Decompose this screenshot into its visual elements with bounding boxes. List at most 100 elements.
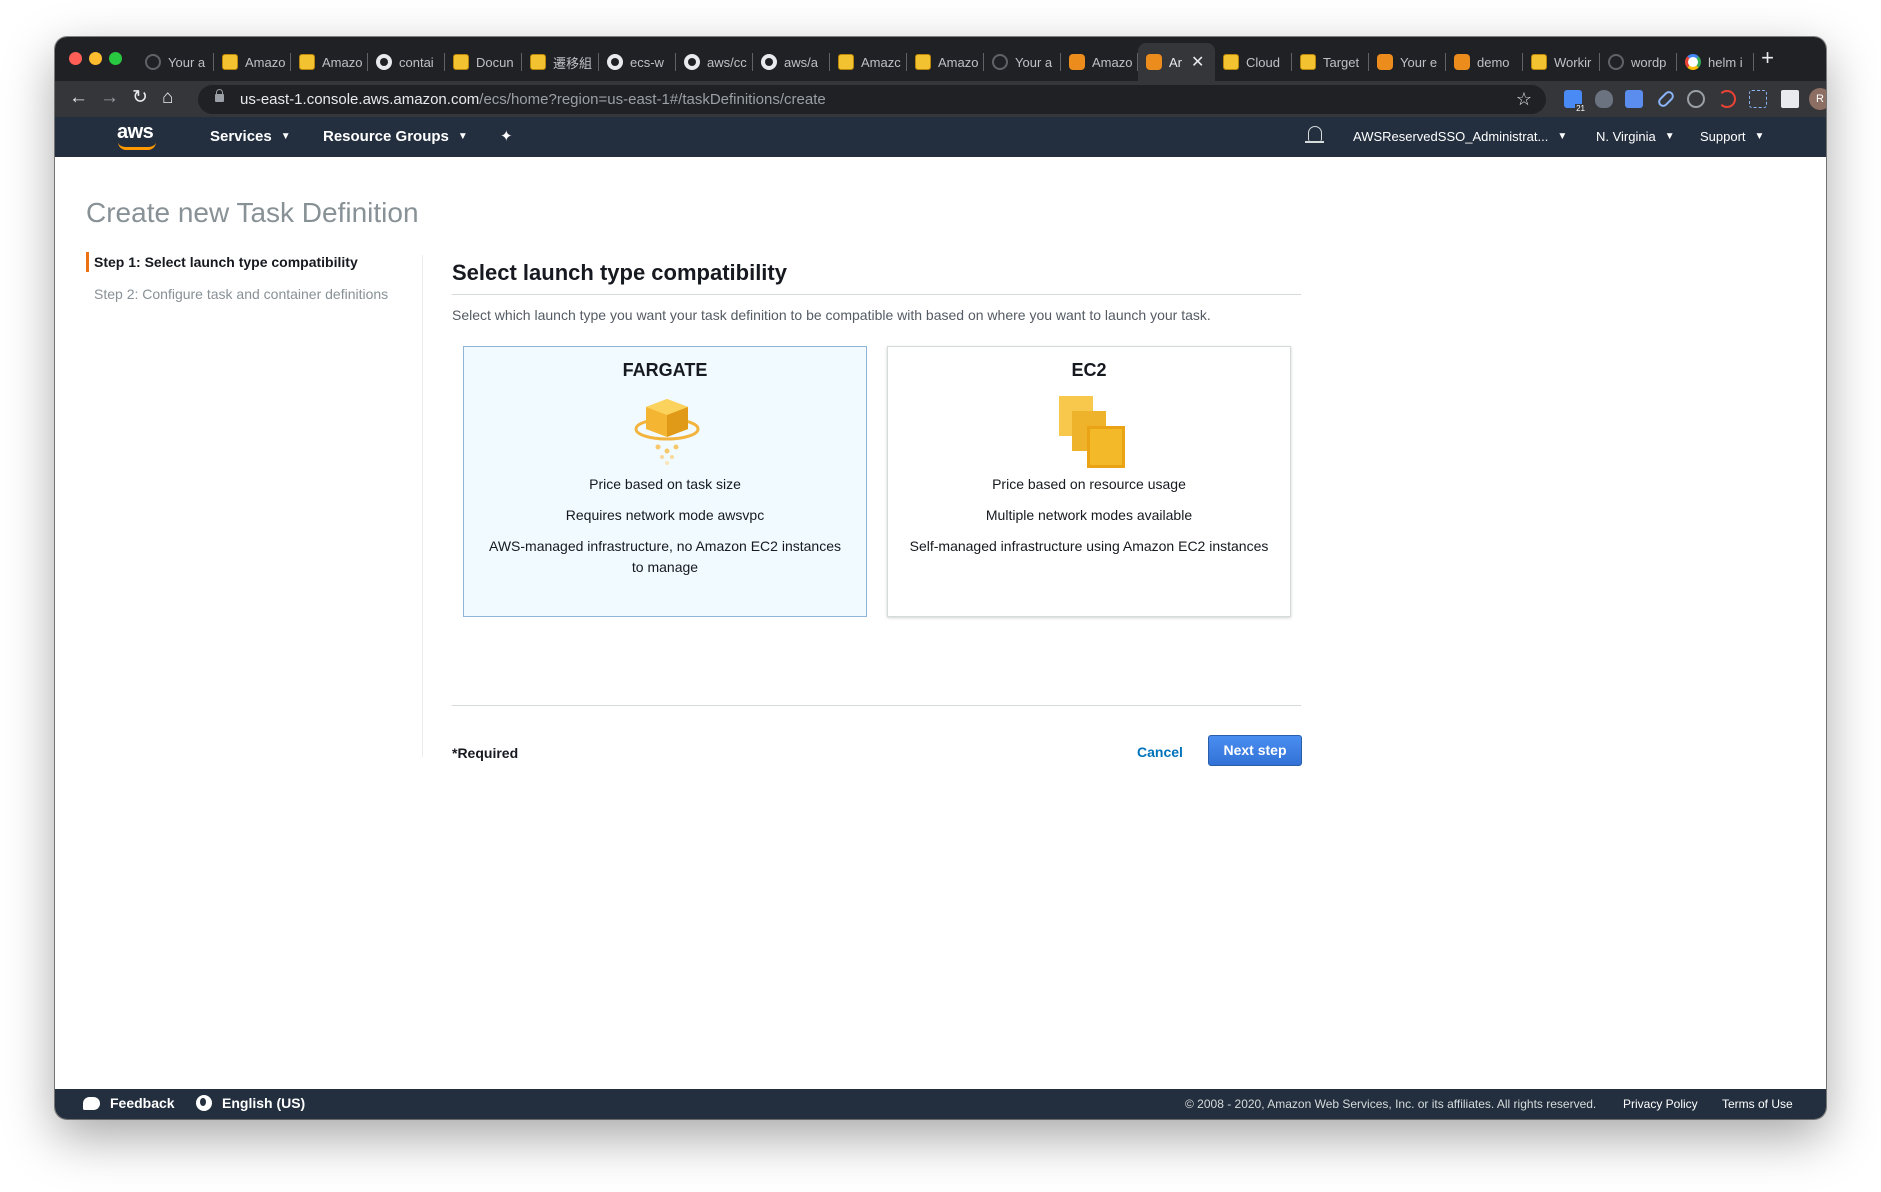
form-divider (452, 705, 1301, 706)
browser-tab[interactable]: Your e (1369, 43, 1446, 81)
chevron-down-icon: ▼ (1557, 131, 1568, 142)
browser-tab[interactable]: Ar ✕ (1138, 43, 1215, 81)
fargate-card[interactable]: FARGATE Price based on task size Require… (463, 346, 867, 617)
tab-label: Your a (1015, 54, 1053, 70)
tab-label: demo (1477, 54, 1510, 70)
zoom-window-button[interactable] (109, 52, 122, 65)
browser-tab[interactable]: Target (1292, 43, 1369, 81)
globe-icon (145, 54, 161, 70)
aws-logo[interactable]: aws (115, 121, 159, 151)
tab-label: Target (1323, 54, 1360, 70)
browser-tab[interactable]: Amazo (214, 43, 291, 81)
region-menu[interactable]: N. Virginia ▼ (1596, 129, 1675, 144)
browser-tab[interactable]: wordp (1600, 43, 1677, 81)
tab-label: Amazo (245, 54, 285, 70)
browser-tab[interactable]: 遷移組 (522, 43, 599, 81)
services-menu[interactable]: Services ▼ (210, 128, 291, 145)
extension-link-icon[interactable] (1656, 89, 1676, 109)
resource-groups-menu[interactable]: Resource Groups ▼ (323, 128, 468, 145)
browser-tab[interactable]: aws/cc (676, 43, 753, 81)
next-step-button[interactable]: Next step (1208, 735, 1302, 766)
account-menu[interactable]: AWSReservedSSO_Administrat... ▼ (1353, 129, 1567, 144)
ec2-card-title: EC2 (1071, 360, 1107, 380)
extension-opera-icon[interactable] (1718, 90, 1736, 108)
browser-tab[interactable]: Docun (445, 43, 522, 81)
support-label: Support (1700, 129, 1746, 144)
tab-label: contai (399, 54, 434, 70)
profile-avatar[interactable]: R (1809, 88, 1826, 110)
tab-label: Docun (476, 54, 514, 70)
extension-history-icon[interactable] (1687, 90, 1705, 108)
extension-notion-icon[interactable] (1749, 90, 1767, 108)
browser-tab[interactable]: Amazo (291, 43, 368, 81)
reload-icon[interactable]: ↻ (132, 87, 148, 109)
fargate-pricing-text: Price based on task size (589, 476, 741, 492)
terms-of-use-link[interactable]: Terms of Use (1722, 1097, 1793, 1111)
close-window-button[interactable] (69, 52, 82, 65)
globe-icon (992, 54, 1008, 70)
tab-strip: Your a Amazo Amazo contai Docun 遷移組 ecs-w aws/c… (55, 37, 1826, 81)
aws-logo-text: aws (117, 121, 154, 143)
browser-tab[interactable]: Your a (984, 43, 1061, 81)
tab-label: Amazo (322, 54, 362, 70)
ec2-card[interactable]: EC2 Price based on resource usage Multip… (887, 346, 1291, 617)
browser-tab[interactable]: Amazo (907, 43, 984, 81)
browser-tab[interactable]: contai (368, 43, 445, 81)
close-tab-icon[interactable]: ✕ (1191, 52, 1204, 72)
chevron-down-icon: ▼ (457, 131, 468, 142)
ecs-icon (1454, 54, 1470, 70)
new-tab-button[interactable]: + (1761, 47, 1774, 69)
ec2-network-text: Multiple network modes available (985, 507, 1193, 523)
home-icon[interactable]: ⌂ (162, 87, 173, 109)
browser-tab[interactable]: Amazo (1061, 43, 1138, 81)
browser-tab[interactable]: demo (1446, 43, 1523, 81)
page-title: Create new Task Definition (86, 197, 419, 228)
aws-box-icon (1300, 54, 1316, 70)
github-icon (684, 54, 700, 70)
feedback-label: Feedback (110, 1095, 175, 1111)
privacy-policy-link[interactable]: Privacy Policy (1623, 1097, 1698, 1111)
ec2-infra-text: Self-managed infrastructure using Amazon… (909, 538, 1269, 554)
chevron-down-icon: ▼ (1754, 131, 1765, 142)
step-1-item[interactable]: Step 1: Select launch type compatibility (86, 252, 358, 272)
back-icon[interactable]: ← (69, 87, 88, 109)
required-note: *Required (452, 745, 519, 761)
tab-label: wordp (1631, 54, 1667, 70)
pin-icon[interactable]: ✦ (500, 127, 513, 145)
extensions-puzzle-icon[interactable] (1781, 90, 1799, 108)
extension-calendar-icon[interactable]: 21 (1564, 90, 1586, 113)
browser-tab[interactable]: Workir (1523, 43, 1600, 81)
browser-tab[interactable]: Cloud (1215, 43, 1292, 81)
browser-window: Your a Amazo Amazo contai Docun 遷移組 ecs-w aws/c… (55, 37, 1826, 1119)
step-2-item[interactable]: Step 2: Configure task and container def… (94, 286, 388, 302)
forward-icon[interactable]: → (100, 87, 119, 109)
fargate-card-title: FARGATE (622, 360, 708, 380)
tab-label: Your a (168, 54, 206, 70)
support-menu[interactable]: Support ▼ (1700, 129, 1764, 144)
lock-icon (215, 89, 224, 102)
tab-label: Amazc (861, 54, 901, 70)
cancel-button[interactable]: Cancel (1137, 744, 1183, 760)
browser-tab[interactable]: aws/a (753, 43, 830, 81)
bookmark-star-icon[interactable]: ☆ (1516, 85, 1532, 114)
feedback-link[interactable]: Feedback (83, 1095, 175, 1111)
bell-icon[interactable] (1305, 126, 1324, 143)
extension-translate-icon[interactable] (1625, 90, 1643, 108)
tab-label: Amazo (938, 54, 978, 70)
google-icon (1685, 54, 1701, 70)
extension-shield-icon[interactable] (1595, 90, 1613, 108)
globe-icon (196, 1095, 212, 1111)
tab-label: helm i (1708, 54, 1743, 70)
minimize-window-button[interactable] (89, 52, 102, 65)
tab-label: aws/a (784, 54, 818, 70)
tab-label: Amazo (1092, 54, 1132, 70)
browser-tab[interactable]: Amazc (830, 43, 907, 81)
tab-label: ecs-w (630, 54, 664, 70)
copyright-text: © 2008 - 2020, Amazon Web Services, Inc.… (1185, 1097, 1597, 1111)
aws-box-icon (299, 54, 315, 70)
browser-tab[interactable]: Your a (137, 43, 214, 81)
language-selector[interactable]: English (US) (196, 1095, 305, 1111)
address-bar[interactable]: us-east-1.console.aws.amazon.com/ecs/hom… (198, 85, 1546, 114)
browser-tab[interactable]: ecs-w (599, 43, 676, 81)
browser-tab[interactable]: helm i (1677, 43, 1754, 81)
